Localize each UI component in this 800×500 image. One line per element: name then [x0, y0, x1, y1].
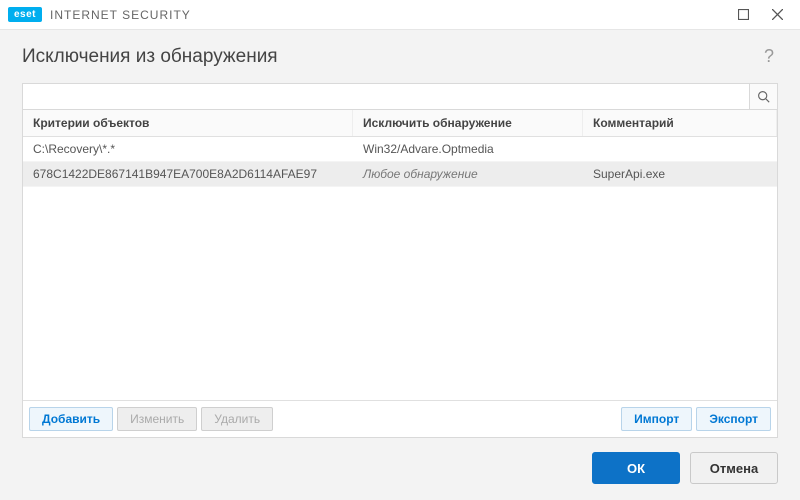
exclusions-table: Критерии объектов Исключить обнаружение …: [23, 110, 777, 400]
table-row[interactable]: 678C1422DE867141B947EA700E8A2D6114AFAE97…: [23, 162, 777, 187]
cell-comment: [583, 137, 777, 161]
search-input[interactable]: [23, 84, 749, 109]
cell-criteria: C:\Recovery\*.*: [23, 137, 353, 161]
dialog-footer: ОК Отмена: [0, 438, 800, 500]
brand-badge: eset: [8, 7, 42, 22]
export-button[interactable]: Экспорт: [696, 407, 771, 431]
cell-comment: SuperApi.exe: [583, 162, 777, 186]
import-button[interactable]: Импорт: [621, 407, 692, 431]
window-maximize-button[interactable]: [726, 2, 760, 28]
cell-exclude: Любое обнаружение: [353, 162, 583, 186]
close-icon: [772, 9, 783, 20]
search-row: [23, 84, 777, 110]
cell-exclude: Win32/Advare.Optmedia: [353, 137, 583, 161]
cancel-button[interactable]: Отмена: [690, 452, 778, 484]
panel-toolbar: Добавить Изменить Удалить Импорт Экспорт: [23, 400, 777, 437]
window-close-button[interactable]: [760, 2, 794, 28]
titlebar: eset INTERNET SECURITY: [0, 0, 800, 30]
column-comment[interactable]: Комментарий: [583, 110, 777, 136]
search-button[interactable]: [749, 84, 777, 109]
add-button[interactable]: Добавить: [29, 407, 113, 431]
search-icon: [757, 90, 770, 103]
ok-button[interactable]: ОК: [592, 452, 680, 484]
brand-text: INTERNET SECURITY: [50, 8, 191, 22]
page-header: Исключения из обнаружения ?: [0, 30, 800, 79]
column-criteria[interactable]: Критерии объектов: [23, 110, 353, 136]
maximize-icon: [738, 9, 749, 20]
help-icon[interactable]: ?: [760, 44, 778, 69]
table-header: Критерии объектов Исключить обнаружение …: [23, 110, 777, 137]
page-title: Исключения из обнаружения: [22, 46, 278, 68]
table-row[interactable]: C:\Recovery\*.*Win32/Advare.Optmedia: [23, 137, 777, 162]
table-body: C:\Recovery\*.*Win32/Advare.Optmedia678C…: [23, 137, 777, 187]
edit-button[interactable]: Изменить: [117, 407, 197, 431]
cell-criteria: 678C1422DE867141B947EA700E8A2D6114AFAE97: [23, 162, 353, 186]
delete-button[interactable]: Удалить: [201, 407, 273, 431]
exclusions-panel: Критерии объектов Исключить обнаружение …: [22, 83, 778, 438]
column-exclude[interactable]: Исключить обнаружение: [353, 110, 583, 136]
